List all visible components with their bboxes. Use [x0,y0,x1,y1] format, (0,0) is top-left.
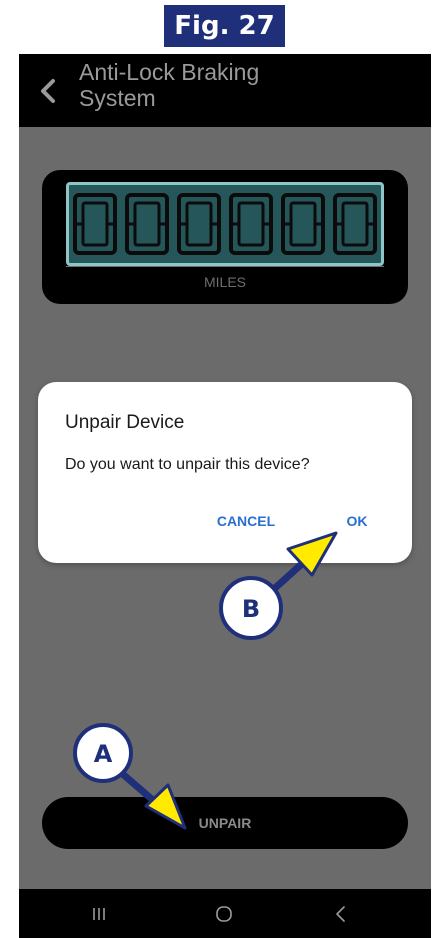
ok-button[interactable]: OK [338,508,376,534]
lcd-digit [333,193,377,255]
page-title-line-1: Anti-Lock Braking [79,59,260,85]
nav-back-icon[interactable] [311,899,371,929]
lcd-digit [177,193,221,255]
app-header: Anti-Lock Braking System [19,54,431,127]
odometer-display: MILES [42,170,408,304]
lcd-digit [229,193,273,255]
lcd-digit [125,193,169,255]
lcd-digit [281,193,325,255]
dialog-title: Unpair Device [65,412,185,433]
page-title: Anti-Lock Braking System [79,59,379,111]
unpair-button[interactable]: UNPAIR [42,797,408,849]
odometer-divider [66,266,384,267]
recent-apps-icon[interactable] [69,899,129,929]
phone-screen: Anti-Lock Braking System MILES Unpair De… [19,54,431,938]
cancel-button[interactable]: CANCEL [208,508,284,534]
odometer-unit: MILES [203,274,246,290]
page-title-line-2: System [79,85,156,111]
dialog-message: Do you want to unpair this device? [65,456,310,473]
lcd-panel [66,182,384,266]
home-icon[interactable] [194,899,254,929]
figure-label: Fig. 27 [164,5,285,47]
chevron-left-icon[interactable] [37,76,59,106]
lcd-digit [73,193,117,255]
system-nav-bar [19,889,431,938]
lcd-digits [73,193,377,255]
unpair-dialog: Unpair Device Do you want to unpair this… [38,382,412,563]
